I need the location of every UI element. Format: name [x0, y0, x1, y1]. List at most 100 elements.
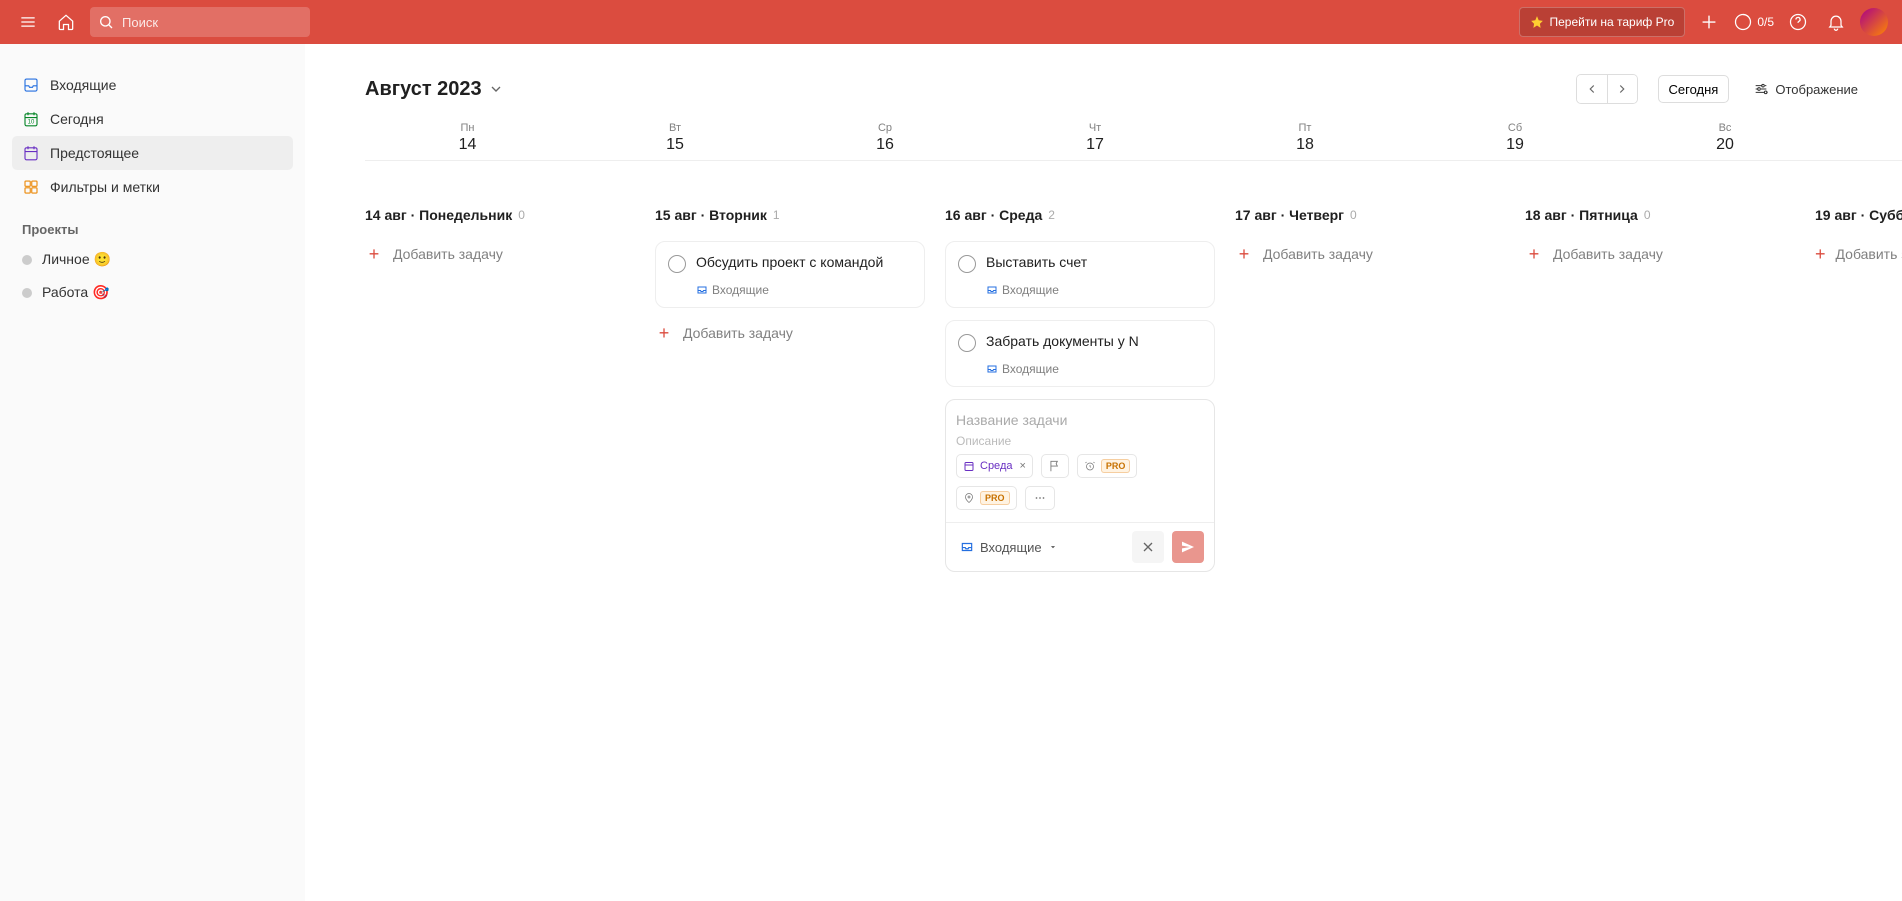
menu-button[interactable]: [14, 8, 42, 36]
today-button[interactable]: Сегодня: [1658, 75, 1730, 103]
task-name-input[interactable]: [956, 410, 1204, 430]
avatar[interactable]: [1860, 8, 1888, 36]
project-label: Работа 🎯: [42, 284, 110, 301]
add-task-button[interactable]: + Добавить задачу: [365, 241, 635, 267]
day-column: 18 авг · Пятница 0 + Добавить задачу: [1525, 207, 1815, 572]
task-checkbox[interactable]: [958, 255, 976, 273]
chevron-right-icon: [1615, 82, 1629, 96]
add-task-button[interactable]: + Добавить задачу: [655, 320, 925, 346]
task-card[interactable]: Забрать документы у N Входящие: [945, 320, 1215, 387]
progress-icon: [1733, 12, 1753, 32]
caret-down-icon: [1048, 542, 1058, 552]
progress-label: 0/5: [1757, 15, 1774, 29]
plus-icon: +: [1815, 245, 1826, 263]
upgrade-button[interactable]: Перейти на тариф Pro: [1519, 7, 1686, 37]
main-content: Август 2023 Сегодня Отображение Пн14 Вт1: [305, 44, 1902, 901]
alarm-icon: [1084, 460, 1096, 472]
project-color-dot: [22, 255, 32, 265]
title-row: Август 2023 Сегодня Отображение: [365, 74, 1902, 104]
project-color-dot: [22, 288, 32, 298]
inbox-icon: [986, 284, 998, 296]
project-picker[interactable]: Входящие: [956, 538, 1062, 557]
day-column: 16 авг · Среда 2 Выставить счет Входящие: [945, 207, 1235, 572]
inbox-icon: [696, 284, 708, 296]
productivity-button[interactable]: 0/5: [1733, 12, 1774, 32]
sidebar-projects-header[interactable]: Проекты: [12, 204, 293, 243]
upgrade-label: Перейти на тариф Pro: [1550, 15, 1675, 29]
search-icon: [98, 14, 114, 30]
home-icon: [56, 12, 76, 32]
priority-chip[interactable]: [1041, 454, 1069, 478]
column-header: 15 авг · Вторник 1: [655, 207, 925, 223]
task-composer: Среда × PRO: [945, 399, 1215, 572]
page-title[interactable]: Август 2023: [365, 78, 504, 101]
project-label: Личное 🙂: [42, 251, 111, 268]
svg-text:10: 10: [28, 120, 35, 126]
task-title: Забрать документы у N: [986, 333, 1139, 349]
plus-icon: +: [1525, 245, 1543, 263]
prev-week-button[interactable]: [1577, 75, 1607, 103]
clear-date-icon[interactable]: ×: [1019, 460, 1025, 472]
inbox-icon: [986, 363, 998, 375]
sidebar-project-personal[interactable]: Личное 🙂: [12, 243, 293, 276]
reminder-chip[interactable]: PRO: [1077, 454, 1138, 478]
add-task-button[interactable]: + Добавить задачу: [1815, 241, 1902, 267]
task-title: Обсудить проект с командой: [696, 254, 883, 270]
more-options-chip[interactable]: [1025, 486, 1055, 510]
submit-button[interactable]: [1172, 531, 1204, 563]
view-options-button[interactable]: Отображение: [1749, 75, 1862, 103]
add-task-button[interactable]: + Добавить задачу: [1235, 241, 1505, 267]
bell-icon: [1826, 12, 1846, 32]
plus-icon: +: [1235, 245, 1253, 263]
task-card[interactable]: Выставить счет Входящие: [945, 241, 1215, 308]
day-column: 17 авг · Четверг 0 + Добавить задачу: [1235, 207, 1525, 572]
location-chip[interactable]: PRO: [956, 486, 1017, 510]
home-button[interactable]: [52, 8, 80, 36]
column-header: 19 авг · Суббота: [1815, 207, 1902, 223]
quick-add-button[interactable]: [1695, 8, 1723, 36]
week-header: Пн14 Вт15 Ср16 Чт17 Пт18 Сб19 Вс20: [365, 122, 1902, 161]
sidebar-item-upcoming[interactable]: Предстоящее: [12, 136, 293, 170]
task-card[interactable]: Обсудить проект с командой Входящие: [655, 241, 925, 308]
task-checkbox[interactable]: [958, 334, 976, 352]
column-header: 16 авг · Среда 2: [945, 207, 1215, 223]
task-description-input[interactable]: [956, 430, 1204, 454]
day-column: 14 авг · Понедельник 0 + Добавить задачу: [365, 207, 655, 572]
calendar-today-icon: 10: [22, 110, 40, 128]
column-header: 17 авг · Четверг 0: [1235, 207, 1505, 223]
due-date-chip[interactable]: Среда ×: [956, 454, 1033, 478]
chevron-left-icon: [1585, 82, 1599, 96]
notifications-button[interactable]: [1822, 8, 1850, 36]
sidebar-project-work[interactable]: Работа 🎯: [12, 276, 293, 309]
day-column: 19 авг · Суббота + Добавить задачу: [1815, 207, 1902, 572]
calendar-icon: [963, 460, 975, 472]
task-project: Входящие: [1002, 362, 1059, 376]
task-project: Входящие: [712, 283, 769, 297]
task-title: Выставить счет: [986, 254, 1087, 270]
sidebar: Входящие 10 Сегодня Предстоящее Фильтры …: [0, 44, 305, 901]
cancel-button[interactable]: [1132, 531, 1164, 563]
sidebar-item-inbox[interactable]: Входящие: [12, 68, 293, 102]
column-header: 18 авг · Пятница 0: [1525, 207, 1795, 223]
sidebar-item-today[interactable]: 10 Сегодня: [12, 102, 293, 136]
calendar-grid-icon: [22, 144, 40, 162]
search-input[interactable]: Поиск: [90, 7, 310, 37]
sidebar-item-filters[interactable]: Фильтры и метки: [12, 170, 293, 204]
next-week-button[interactable]: [1607, 75, 1637, 103]
help-icon: [1788, 12, 1808, 32]
task-checkbox[interactable]: [668, 255, 686, 273]
send-icon: [1180, 539, 1196, 555]
star-icon: [1530, 15, 1544, 29]
app-header: Поиск Перейти на тариф Pro 0/5: [0, 0, 1902, 44]
task-project: Входящие: [1002, 283, 1059, 297]
plus-icon: +: [365, 245, 383, 263]
grid-icon: [22, 178, 40, 196]
inbox-icon: [22, 76, 40, 94]
location-icon: [963, 492, 975, 504]
sidebar-item-label: Предстоящее: [50, 145, 139, 161]
help-button[interactable]: [1784, 8, 1812, 36]
pro-badge: PRO: [980, 491, 1010, 505]
add-task-button[interactable]: + Добавить задачу: [1525, 241, 1795, 267]
search-placeholder: Поиск: [122, 15, 158, 30]
day-column: 15 авг · Вторник 1 Обсудить проект с ком…: [655, 207, 945, 572]
